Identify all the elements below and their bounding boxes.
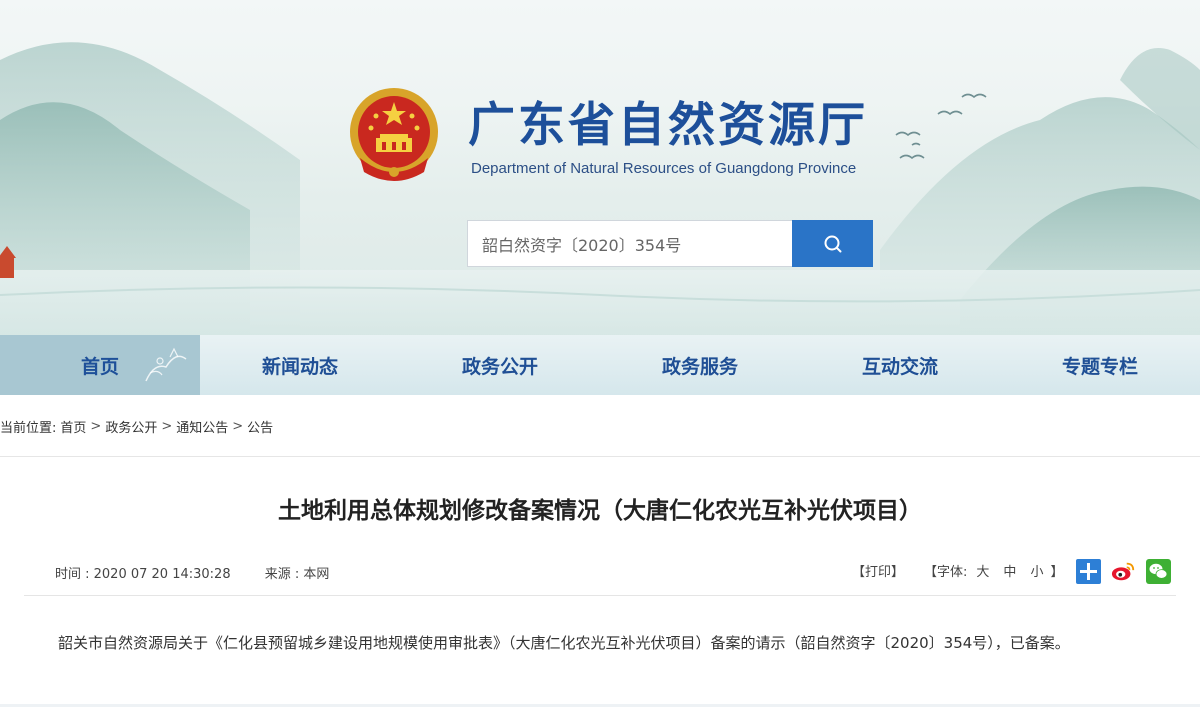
header-banner: 广东省自然资源厅 Department of Natural Resources… (0, 0, 1200, 335)
breadcrumb-government-affairs-link[interactable]: 政务公开 (105, 417, 157, 436)
meta-divider (24, 595, 1176, 596)
share-bar (1076, 559, 1171, 584)
nav-item-label: 新闻动态 (261, 355, 338, 378)
breadcrumb-separator: > (232, 418, 244, 434)
search-icon (824, 235, 841, 252)
nav-item-news[interactable]: 新闻动态 (200, 335, 400, 395)
site-title: 广东省自然资源厅 (468, 98, 868, 153)
publish-time: 时间 : 2020 07 20 14:30:28 (55, 567, 231, 582)
nav-item-government-services[interactable]: 政务服务 (600, 335, 800, 395)
breadcrumb-notices-link[interactable]: 通知公告 (176, 417, 228, 436)
home-decoration-icon (145, 347, 187, 382)
print-button[interactable]: 【打印】 (852, 561, 904, 580)
breadcrumb: 当前位置: 首页 > 政务公开 > 通知公告 > 公告 (0, 416, 273, 436)
breadcrumb-home-link[interactable]: 首页 (60, 417, 86, 436)
nav-item-label: 首页 (80, 355, 119, 378)
nav-item-label: 专题专栏 (1061, 355, 1138, 378)
share-plus-icon[interactable] (1076, 559, 1101, 584)
breadcrumb-announcement-link[interactable]: 公告 (247, 417, 273, 436)
article-meta: 时间 : 2020 07 20 14:30:28 来源 : 本网 (55, 563, 329, 582)
nav-item-label: 政务公开 (461, 355, 538, 378)
breadcrumb-prefix: 当前位置: (0, 420, 57, 436)
weibo-icon[interactable] (1111, 559, 1136, 584)
search-button[interactable] (792, 220, 873, 267)
article-card: 土地利用总体规划修改备案情况（大唐仁化农光互补光伏项目） 时间 : 2020 0… (0, 456, 1200, 707)
article-body: 韶关市自然资源局关于《仁化县预留城乡建设用地规模使用审批表》（大唐仁化农光互补光… (58, 634, 1070, 652)
article-source: 来源 : 本网 (264, 567, 330, 582)
font-size-large-button[interactable]: 大 (976, 561, 989, 580)
article-title: 土地利用总体规划修改备案情况（大唐仁化农光互补光伏项目） (278, 498, 922, 524)
nav-item-special-topics[interactable]: 专题专栏 (1000, 335, 1200, 395)
font-size-small-button[interactable]: 小 (1030, 561, 1043, 580)
nav-item-government-affairs[interactable]: 政务公开 (400, 335, 600, 395)
font-size-medium-button[interactable]: 中 (1003, 561, 1016, 580)
font-size-close: 】 (1050, 565, 1064, 580)
article-tools: 【打印】 【字体: 大 中 小 】 (852, 561, 1063, 580)
site-subtitle: Department of Natural Resources of Guang… (471, 160, 857, 177)
nav-item-label: 互动交流 (861, 355, 938, 378)
breadcrumb-separator: > (90, 418, 102, 434)
nav-item-interaction[interactable]: 互动交流 (800, 335, 1000, 395)
search-input[interactable] (467, 220, 793, 267)
national-emblem-icon (346, 86, 442, 184)
nav-item-home[interactable]: 首页 (0, 335, 200, 395)
wechat-icon[interactable] (1146, 559, 1171, 584)
font-size-label: 【字体: (924, 565, 968, 580)
main-nav: 首页 新闻动态 政务公开 政务服务 互动交流 专题专栏 (0, 335, 1200, 395)
breadcrumb-separator: > (161, 418, 173, 434)
nav-item-label: 政务服务 (661, 355, 738, 378)
